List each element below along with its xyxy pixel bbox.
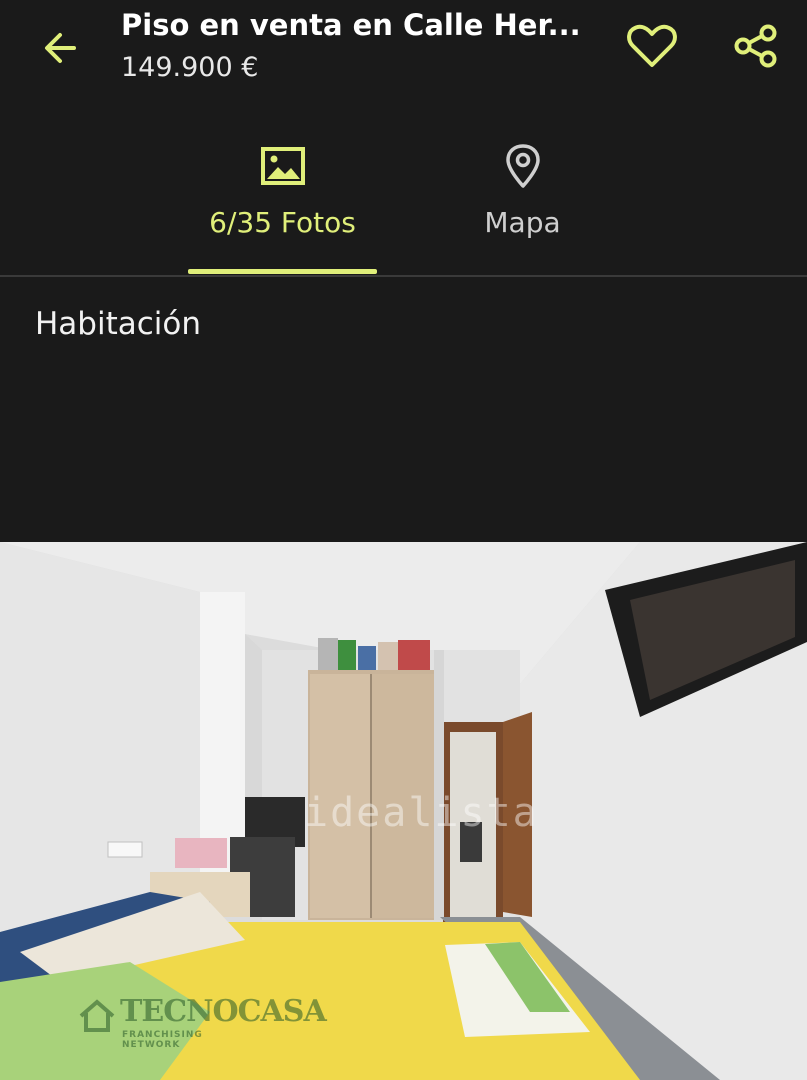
favorite-button[interactable] xyxy=(624,20,680,72)
share-button[interactable] xyxy=(728,20,784,72)
tab-photos-label: 6/35 Fotos xyxy=(209,206,356,239)
listing-title: Piso en venta en Calle Her... xyxy=(121,8,581,42)
arrow-left-icon xyxy=(45,33,76,63)
heart-icon xyxy=(627,24,677,67)
watermark-text: idealista xyxy=(304,790,539,836)
brand-name: TECNOCASA xyxy=(120,994,327,1029)
back-button[interactable] xyxy=(36,24,84,72)
top-bar: Piso en venta en Calle Her... 149.900 € xyxy=(0,0,807,110)
image-icon xyxy=(260,147,305,185)
house-icon xyxy=(79,999,115,1032)
media-tabs: 6/35 Fotos Mapa xyxy=(0,130,807,276)
tab-photos[interactable]: 6/35 Fotos xyxy=(188,130,377,276)
listing-price: 149.900 € xyxy=(121,52,259,83)
tab-map[interactable]: Mapa xyxy=(428,130,617,276)
share-icon xyxy=(734,24,777,68)
active-tab-indicator xyxy=(188,269,377,274)
brand-tagline: FRANCHISING NETWORK xyxy=(122,1030,203,1050)
photo-caption: Habitación xyxy=(35,306,202,342)
listing-photo[interactable]: idealista TECNOCASA FRANCHISING NETWORK xyxy=(0,542,807,1080)
map-pin-icon xyxy=(505,144,540,188)
divider xyxy=(0,275,807,277)
brand-logo: TECNOCASA FRANCHISING NETWORK xyxy=(76,992,327,1050)
tab-map-label: Mapa xyxy=(484,206,561,239)
